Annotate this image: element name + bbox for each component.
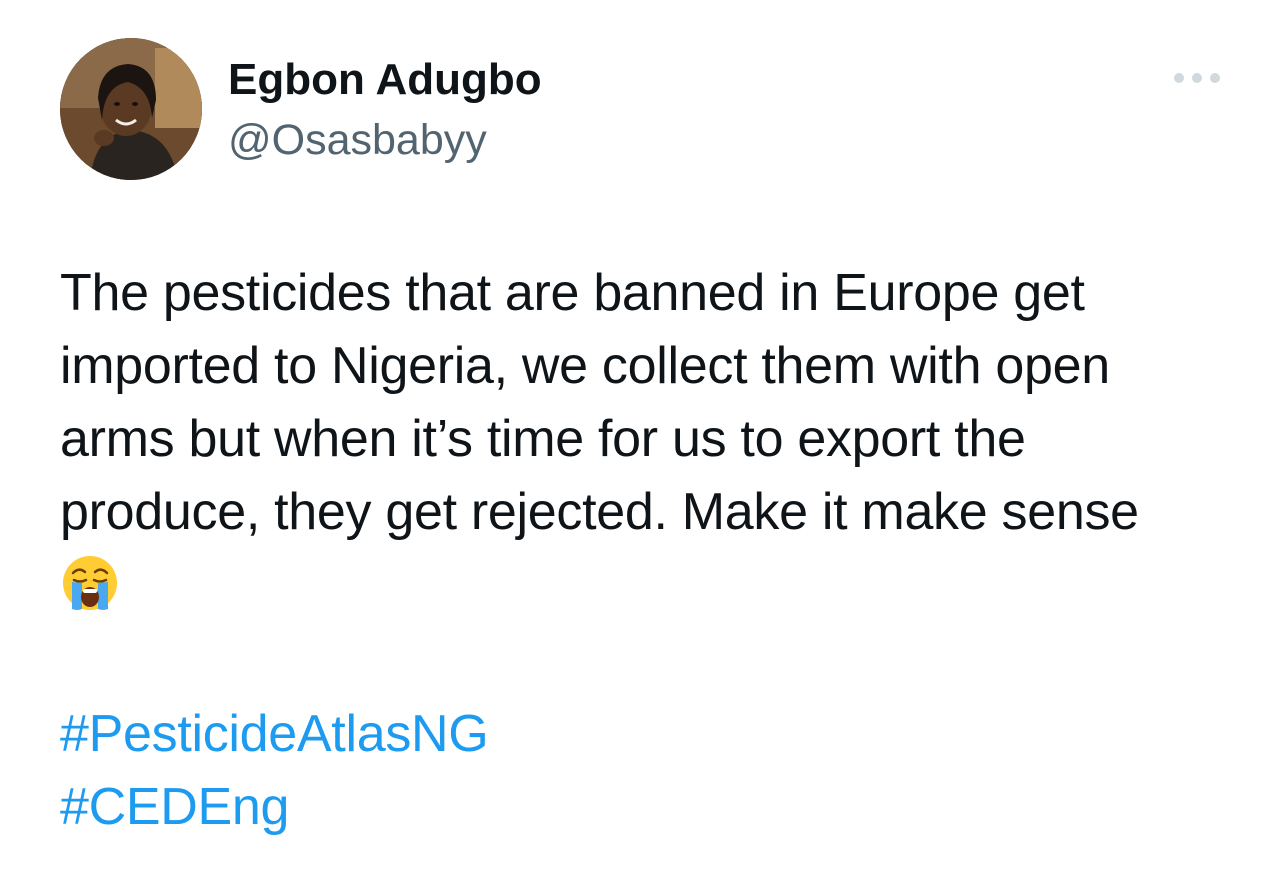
tweet-text: The pesticides that are banned in Europe… bbox=[60, 257, 1240, 613]
hashtag-link[interactable]: #PesticideAtlasNG bbox=[60, 698, 489, 771]
more-options-button[interactable] bbox=[1168, 58, 1226, 98]
avatar-image bbox=[60, 38, 202, 180]
author-display-name[interactable]: Egbon Adugbo bbox=[228, 52, 542, 108]
tweet-text-line: imported to Nigeria, we collect them wit… bbox=[60, 337, 1110, 395]
tweet-text-line: produce, they get rejected. Make it make… bbox=[60, 483, 1139, 541]
tweet-text-line: arms but when it’s time for us to export… bbox=[60, 410, 1026, 468]
tweet-text-line: The pesticides that are banned in Europe… bbox=[60, 264, 1085, 322]
loudly-crying-face-emoji bbox=[63, 556, 117, 610]
author-handle[interactable]: @Osasbabyy bbox=[228, 112, 487, 168]
tweet-card: Egbon Adugbo @Osasbabyy The pesticides t… bbox=[0, 0, 1284, 876]
more-horizontal-icon bbox=[1174, 73, 1220, 83]
author-avatar[interactable] bbox=[60, 38, 202, 180]
hashtag-list: #PesticideAtlasNG #CEDEng bbox=[60, 698, 489, 844]
hashtag-link[interactable]: #CEDEng bbox=[60, 771, 488, 844]
